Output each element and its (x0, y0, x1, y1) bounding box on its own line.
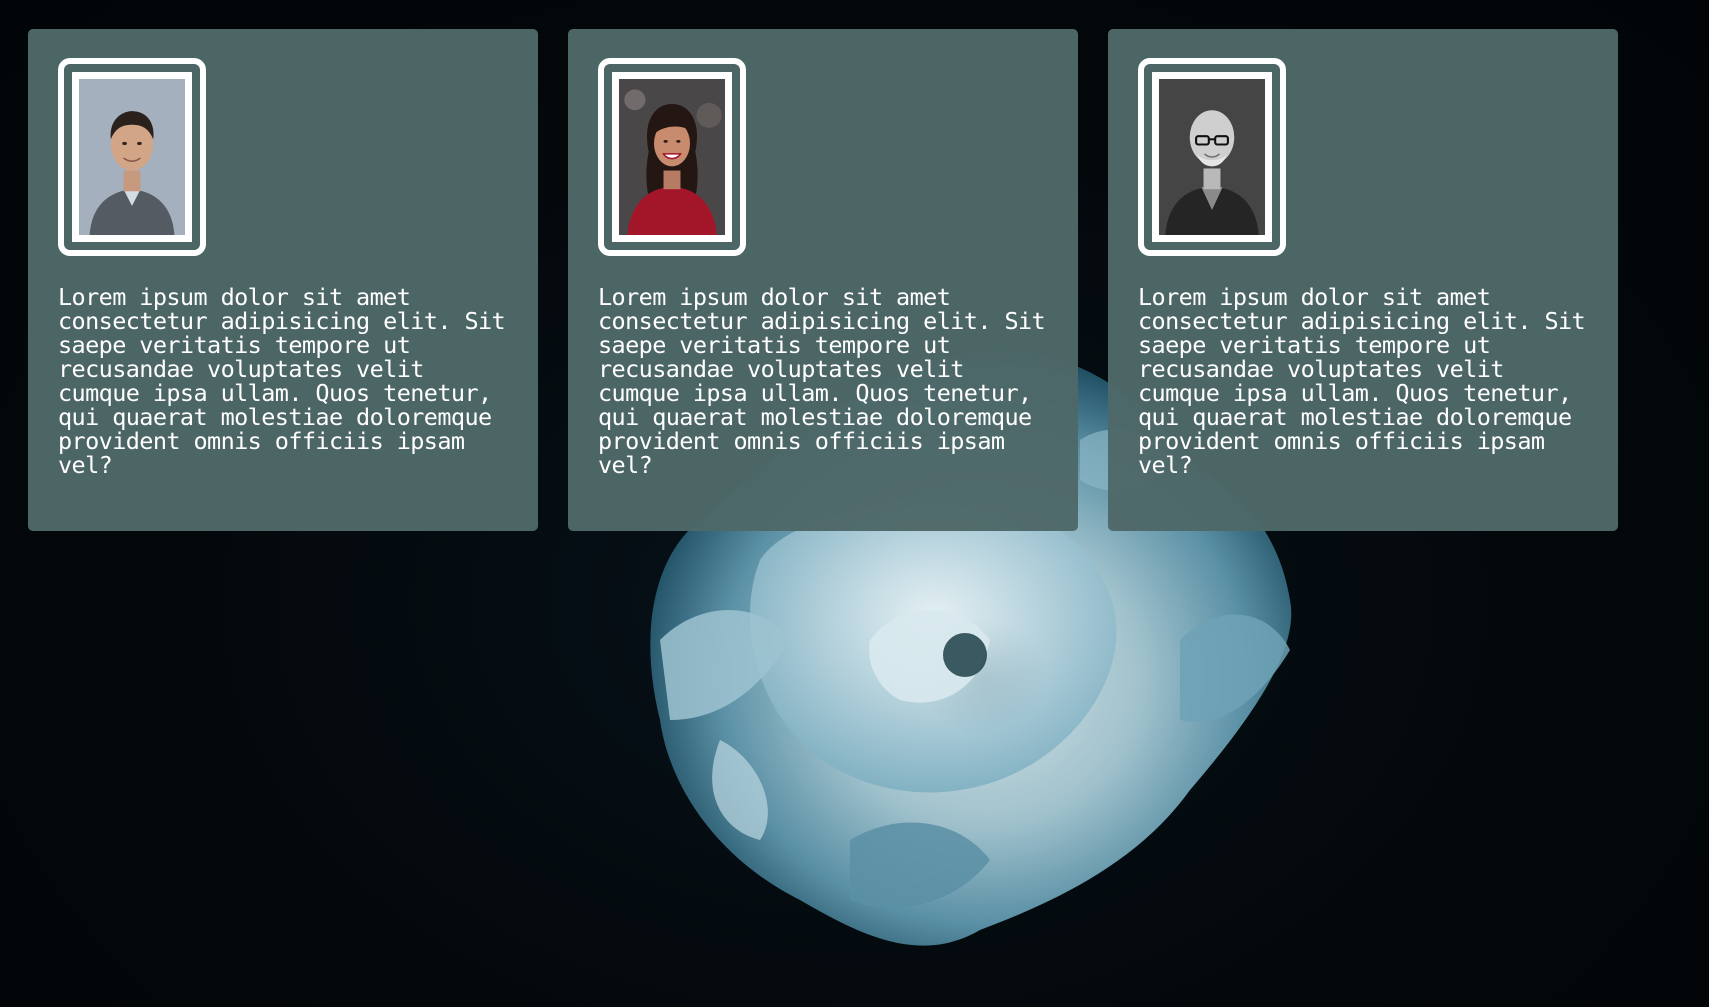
testimonial-text: Lorem ipsum dolor sit amet consectetur a… (1138, 283, 1586, 479)
testimonial-cards: Lorem ipsum dolor sit amet consectetur a… (28, 29, 1618, 531)
testimonial-card: Lorem ipsum dolor sit amet consectetur a… (1108, 29, 1618, 531)
avatar (58, 58, 206, 256)
avatar (1138, 58, 1286, 256)
woman-portrait-icon (619, 79, 725, 235)
testimonial-card: Lorem ipsum dolor sit amet consectetur a… (28, 29, 538, 531)
page-background: Lorem ipsum dolor sit amet consectetur a… (0, 0, 1709, 1007)
testimonial-card: Lorem ipsum dolor sit amet consectetur a… (568, 29, 1078, 531)
testimonial-text: Lorem ipsum dolor sit amet consectetur a… (598, 283, 1046, 479)
man-portrait-icon (79, 79, 185, 235)
avatar (598, 58, 746, 256)
bald-man-glasses-portrait-icon (1159, 79, 1265, 235)
testimonial-text: Lorem ipsum dolor sit amet consectetur a… (58, 283, 506, 479)
